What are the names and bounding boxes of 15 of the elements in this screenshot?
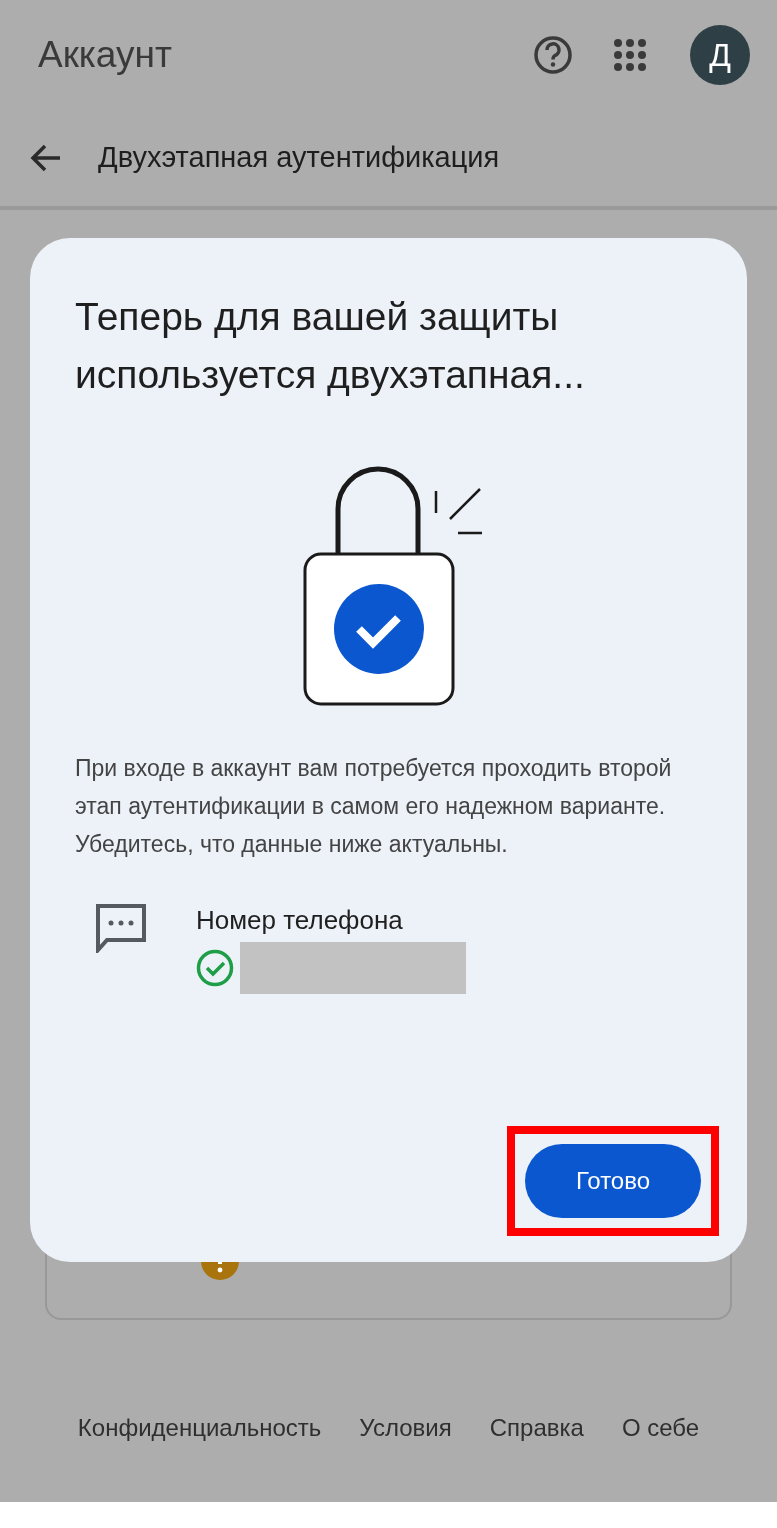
avatar[interactable]: Д: [690, 25, 750, 85]
footer-link[interactable]: Конфиденциальность: [77, 1410, 322, 1446]
account-title: Аккаунт: [38, 33, 173, 78]
dialog-message: При входе в аккаунт вам потребуется проходить второй этап аутентификации в самом его надежном варианте. Убедитесь, что данные ниже актуальны.: [75, 754, 673, 859]
done-button[interactable]: Готово: [525, 1144, 701, 1218]
phone-label: Номер телефона: [196, 904, 404, 937]
back-arrow-icon[interactable]: [30, 142, 62, 173]
footer-link[interactable]: О себе: [621, 1410, 700, 1446]
dialog-title: Теперь для вашей защиты используется двухэтапная...: [75, 294, 586, 398]
footer-link[interactable]: Справка: [489, 1410, 584, 1446]
message-icon: [95, 903, 147, 953]
page-title: Двухэтапная аутентификация: [98, 139, 500, 175]
help-icon[interactable]: [533, 35, 573, 75]
apps-grid-icon[interactable]: [613, 38, 647, 72]
footer-link[interactable]: Условия: [359, 1410, 452, 1446]
